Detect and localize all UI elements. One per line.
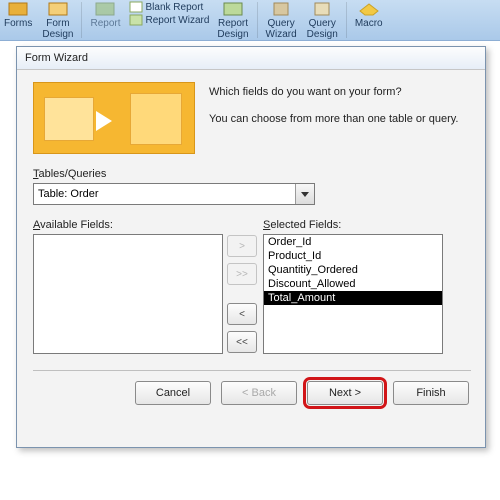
cancel-button[interactable]: Cancel — [135, 381, 211, 405]
ribbon-label: Form Design — [42, 18, 73, 40]
dialog-title: Form Wizard — [25, 52, 88, 64]
macro-icon — [358, 1, 380, 17]
combo-drop-button[interactable] — [295, 184, 314, 204]
tables-queries-combo[interactable] — [33, 183, 315, 205]
query-design-icon — [311, 1, 333, 17]
selected-fields-list[interactable]: Order_IdProduct_IdQuantitiy_OrderedDisco… — [263, 234, 443, 354]
ribbon-form-design[interactable]: Form Design — [38, 0, 77, 40]
back-button: < Back — [221, 381, 297, 405]
wizard-prompt-2: You can choose from more than one table … — [209, 111, 471, 128]
form-icon — [7, 1, 29, 17]
divider — [33, 370, 471, 371]
selected-fields-label: Selected Fields: — [263, 219, 441, 231]
next-button[interactable]: Next > — [307, 381, 383, 405]
ribbon-label: Report Wizard — [146, 15, 210, 26]
list-item[interactable]: Quantitiy_Ordered — [264, 263, 442, 277]
ribbon-report-wizard[interactable]: Report Wizard — [127, 14, 212, 26]
finish-button[interactable]: Finish — [393, 381, 469, 405]
wizard-prompt-1: Which fields do you want on your form? — [209, 84, 471, 101]
ribbon-separator — [257, 2, 258, 38]
report-wizard-icon — [129, 14, 143, 26]
list-item[interactable]: Discount_Allowed — [264, 277, 442, 291]
ribbon-separator — [81, 2, 82, 38]
ribbon-label: Forms — [4, 18, 32, 29]
ribbon-label: Query Wizard — [266, 18, 297, 40]
ribbon-label: Report — [90, 18, 120, 29]
ribbon-separator — [346, 2, 347, 38]
ribbon-label: Macro — [355, 18, 383, 29]
remove-field-button[interactable]: < — [227, 303, 257, 325]
dialog-titlebar[interactable]: Form Wizard — [17, 47, 485, 70]
report-design-icon — [222, 1, 244, 17]
add-all-fields-button[interactable]: >> — [227, 263, 257, 285]
ribbon-report-design[interactable]: Report Design — [213, 0, 252, 40]
list-item[interactable]: Order_Id — [264, 235, 442, 249]
available-fields-label: Available Fields: — [33, 219, 221, 231]
ribbon-macro[interactable]: Macro — [351, 0, 387, 29]
ribbon-forms[interactable]: Forms — [0, 0, 36, 29]
list-item[interactable]: Product_Id — [264, 249, 442, 263]
ribbon-label: Query Design — [307, 18, 338, 40]
ribbon-blank-report[interactable]: Blank Report — [127, 1, 212, 13]
wizard-banner — [33, 82, 195, 154]
form-wizard-dialog: Form Wizard Which fields do you want on … — [16, 46, 486, 448]
tables-queries-label: Tables/Queries — [33, 168, 471, 180]
remove-all-fields-button[interactable]: << — [227, 331, 257, 353]
ribbon-report[interactable]: Report — [86, 0, 124, 29]
report-icon — [94, 1, 116, 17]
ribbon: Forms Form Design Report Blank Report Re… — [0, 0, 500, 41]
query-wizard-icon — [270, 1, 292, 17]
ribbon-label: Report Design — [217, 18, 248, 40]
form-design-icon — [47, 1, 69, 17]
ribbon-query-wizard[interactable]: Query Wizard — [262, 0, 301, 40]
available-fields-list[interactable] — [33, 234, 223, 354]
arrow-icon — [96, 111, 112, 131]
chevron-down-icon — [301, 192, 309, 197]
blank-report-icon — [129, 1, 143, 13]
ribbon-query-design[interactable]: Query Design — [303, 0, 342, 40]
list-item[interactable]: Total_Amount — [264, 291, 442, 305]
add-field-button[interactable]: > — [227, 235, 257, 257]
tables-queries-input[interactable] — [34, 184, 295, 204]
ribbon-label: Blank Report — [146, 2, 204, 13]
